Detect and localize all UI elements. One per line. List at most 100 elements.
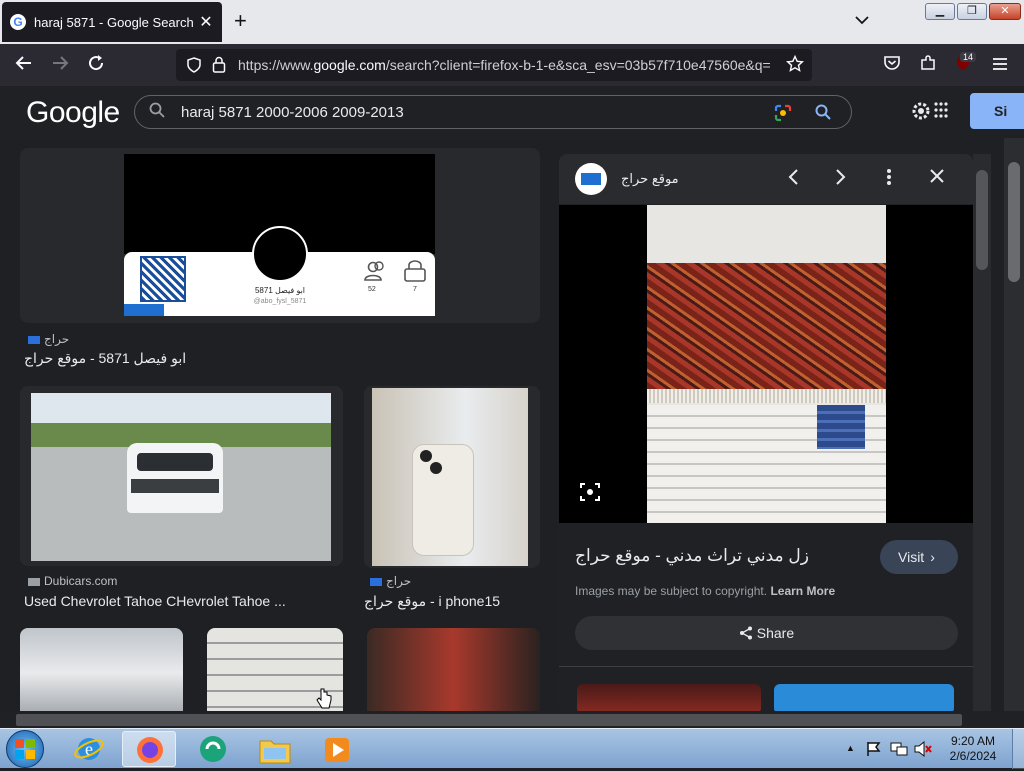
rug — [647, 263, 886, 389]
image-preview-panel: موقع حراج زل مدني تراث مدني - موقع حراج … — [559, 154, 973, 711]
tab-google-search[interactable]: G haraj 5871 - Google Search ✕ — [2, 2, 222, 42]
clock-date: 2/6/2024 — [949, 749, 997, 763]
show-desktop-button[interactable] — [1012, 729, 1024, 769]
sign-in-button[interactable]: Si — [970, 93, 1024, 129]
tab-title: haraj 5871 - Google Search — [34, 14, 194, 30]
url-prefix: https://www. — [238, 57, 314, 73]
next-arrow-icon[interactable] — [829, 168, 853, 190]
chevron-down-icon[interactable] — [855, 12, 869, 28]
site-favicon-icon[interactable] — [575, 163, 607, 195]
page-horizontal-scrollbar[interactable] — [0, 711, 1024, 728]
new-tab-icon[interactable]: + — [234, 10, 247, 32]
network-icon[interactable] — [890, 741, 908, 762]
result-thumbnail[interactable] — [367, 628, 540, 711]
address-bar[interactable]: https://www.google.com/search?client=fir… — [176, 49, 812, 81]
clock-time: 9:20 AM — [950, 734, 996, 748]
search-query-text[interactable]: haraj 5871 2000-2006 2009-2013 — [181, 104, 404, 121]
iphone-image — [372, 388, 528, 566]
previous-arrow-icon[interactable] — [781, 168, 805, 190]
lock-icon[interactable] — [212, 56, 226, 78]
action-center-flag-icon[interactable] — [866, 741, 882, 762]
result-caption[interactable]: Used Chevrolet Tahoe CHevrolet Tahoe ... — [24, 593, 286, 609]
followers-count: 52 — [368, 286, 376, 293]
panel-site-name[interactable]: موقع حراج — [621, 171, 679, 187]
hamburger-menu-icon[interactable] — [988, 54, 1012, 76]
file-explorer-icon[interactable] — [248, 731, 302, 767]
vertical-scrollbar-thumb[interactable] — [1008, 162, 1020, 282]
pocket-icon[interactable] — [880, 54, 904, 77]
related-image-thumbnail[interactable] — [774, 684, 954, 711]
profile-handle: @abo_fysl_5871 — [253, 298, 307, 305]
result-caption[interactable]: ابو فيصل 5871 - موقع حراج — [24, 350, 186, 367]
system-clock[interactable]: 9:20 AM 2/6/2024 — [940, 734, 1006, 764]
search-submit-icon[interactable] — [815, 104, 831, 125]
share-icon — [739, 625, 757, 641]
camera-lens — [420, 450, 432, 462]
firefox-taskbar-icon[interactable] — [122, 731, 176, 767]
panel-image-title[interactable]: زل مدني تراث مدني - موقع حراج — [575, 546, 809, 566]
camera-lens — [430, 462, 442, 474]
search-box[interactable]: haraj 5871 2000-2006 2009-2013 — [134, 95, 852, 129]
result-thumbnail[interactable] — [20, 386, 343, 566]
google-apps-icon[interactable] — [934, 102, 948, 123]
settings-gear-icon[interactable] — [910, 100, 932, 127]
more-options-icon[interactable] — [877, 168, 901, 190]
result-source: Dubicars.com — [24, 574, 117, 588]
tracking-shield-icon[interactable] — [186, 57, 202, 78]
result-thumbnail[interactable]: ابو فيصل 5871 @abo_fysl_5871 52 7 — [20, 148, 540, 323]
result-source: حراج — [24, 332, 69, 346]
panel-scrollbar[interactable] — [973, 154, 991, 711]
window-restore-button[interactable]: ❐ — [957, 3, 987, 20]
url-text[interactable]: https://www.google.com/search?client=fir… — [238, 57, 778, 73]
hand-cursor-icon — [316, 688, 332, 711]
windows-taskbar: e ▲ 9:20 AM 2/6/2024 — [0, 728, 1024, 769]
close-panel-icon[interactable] — [925, 168, 949, 188]
google-header: Google haraj 5871 2000-2006 2009-2013 Si — [0, 86, 1024, 138]
bookmark-star-icon[interactable] — [785, 54, 805, 78]
result-thumbnail[interactable] — [20, 628, 183, 711]
media-player-icon[interactable] — [310, 731, 364, 767]
extension-count-badge: 14 — [960, 52, 977, 62]
close-tab-icon[interactable]: ✕ — [198, 12, 214, 32]
copyright-notice: Images may be subject to copyright. Lear… — [575, 584, 836, 598]
ads-count: 7 — [413, 286, 417, 293]
page-vertical-scrollbar[interactable] — [1004, 138, 1024, 711]
google-lens-icon[interactable] — [773, 103, 793, 128]
media-app-icon[interactable] — [186, 731, 240, 767]
profile-card: ابو فيصل 5871 @abo_fysl_5871 52 7 — [124, 226, 435, 316]
share-button[interactable]: Share — [575, 616, 958, 650]
avatar — [252, 226, 308, 282]
visit-button[interactable]: Visit › — [880, 540, 958, 574]
volume-muted-icon[interactable] — [914, 740, 932, 762]
horizontal-scrollbar-thumb[interactable] — [16, 714, 962, 726]
rug-fringe — [647, 389, 886, 403]
google-logo[interactable]: Google — [26, 96, 120, 130]
followers-icon — [364, 260, 388, 287]
blue-fabric — [817, 405, 865, 449]
back-arrow-icon[interactable] — [12, 54, 36, 77]
haraj-favicon-icon — [370, 577, 382, 586]
reload-icon[interactable] — [84, 54, 108, 77]
forward-arrow-icon[interactable] — [48, 54, 72, 77]
learn-more-link[interactable]: Learn More — [770, 584, 835, 598]
related-image-thumbnail[interactable] — [577, 684, 761, 711]
result-caption[interactable]: موقع حراج - i phone15 — [364, 593, 500, 610]
result-thumbnail[interactable] — [364, 386, 540, 568]
profile-name: ابو فيصل 5871 — [254, 286, 306, 295]
extensions-puzzle-icon[interactable] — [916, 54, 940, 77]
start-button[interactable] — [6, 730, 44, 768]
google-favicon-icon: G — [10, 14, 26, 30]
car-windshield — [137, 453, 213, 471]
window-minimize-button[interactable]: ▁ — [925, 3, 955, 20]
search-icon — [149, 102, 165, 123]
result-source: حراج — [366, 574, 411, 588]
show-hidden-icons-icon[interactable]: ▲ — [846, 743, 855, 753]
panel-divider — [559, 666, 973, 667]
panel-header: موقع حراج — [559, 154, 973, 204]
preview-image[interactable] — [559, 205, 973, 523]
iphone-device — [412, 444, 474, 556]
internet-explorer-icon[interactable]: e — [62, 731, 116, 767]
panel-scrollbar-thumb[interactable] — [976, 170, 988, 270]
lens-search-icon[interactable] — [579, 481, 601, 508]
window-close-button[interactable]: ✕ — [989, 3, 1021, 20]
